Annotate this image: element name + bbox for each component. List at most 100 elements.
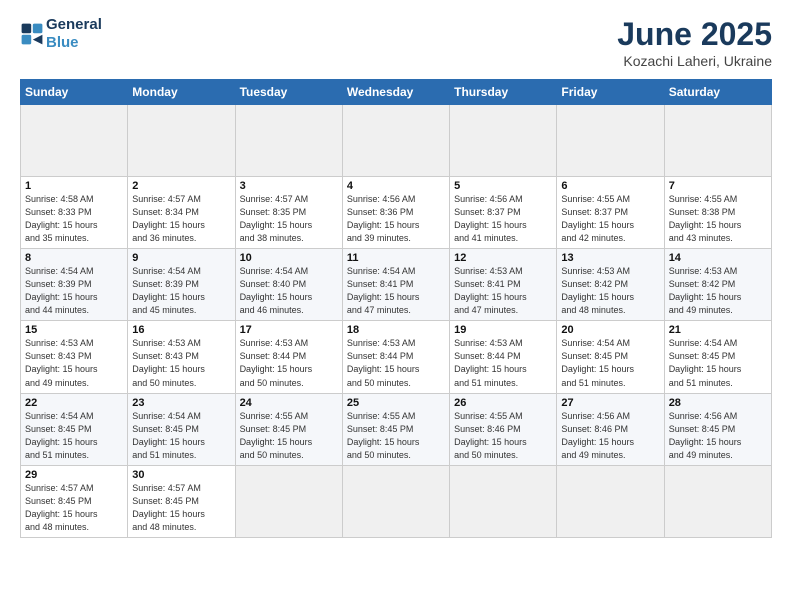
- day-cell: [342, 465, 449, 537]
- col-header-monday: Monday: [128, 80, 235, 105]
- day-cell: 20Sunrise: 4:54 AM Sunset: 8:45 PM Dayli…: [557, 321, 664, 393]
- day-info: Sunrise: 4:54 AM Sunset: 8:41 PM Dayligh…: [347, 265, 445, 317]
- day-info: Sunrise: 4:53 AM Sunset: 8:43 PM Dayligh…: [132, 337, 230, 389]
- day-cell: [557, 105, 664, 177]
- day-cell: 4Sunrise: 4:56 AM Sunset: 8:36 PM Daylig…: [342, 177, 449, 249]
- day-number: 17: [240, 324, 338, 336]
- day-cell: 15Sunrise: 4:53 AM Sunset: 8:43 PM Dayli…: [21, 321, 128, 393]
- col-header-thursday: Thursday: [450, 80, 557, 105]
- day-cell: [235, 465, 342, 537]
- day-cell: 28Sunrise: 4:56 AM Sunset: 8:45 PM Dayli…: [664, 393, 771, 465]
- day-cell: 23Sunrise: 4:54 AM Sunset: 8:45 PM Dayli…: [128, 393, 235, 465]
- day-cell: [664, 105, 771, 177]
- day-cell: 7Sunrise: 4:55 AM Sunset: 8:38 PM Daylig…: [664, 177, 771, 249]
- day-number: 22: [25, 397, 123, 409]
- logo-text: General Blue: [46, 16, 102, 52]
- week-row-1: 1Sunrise: 4:58 AM Sunset: 8:33 PM Daylig…: [21, 177, 772, 249]
- day-info: Sunrise: 4:57 AM Sunset: 8:45 PM Dayligh…: [132, 482, 230, 534]
- day-info: Sunrise: 4:54 AM Sunset: 8:40 PM Dayligh…: [240, 265, 338, 317]
- day-cell: [557, 465, 664, 537]
- day-info: Sunrise: 4:58 AM Sunset: 8:33 PM Dayligh…: [25, 193, 123, 245]
- day-info: Sunrise: 4:56 AM Sunset: 8:36 PM Dayligh…: [347, 193, 445, 245]
- day-info: Sunrise: 4:53 AM Sunset: 8:42 PM Dayligh…: [561, 265, 659, 317]
- day-cell: 29Sunrise: 4:57 AM Sunset: 8:45 PM Dayli…: [21, 465, 128, 537]
- day-info: Sunrise: 4:53 AM Sunset: 8:44 PM Dayligh…: [347, 337, 445, 389]
- logo-icon: [20, 22, 44, 46]
- day-cell: [342, 105, 449, 177]
- day-info: Sunrise: 4:55 AM Sunset: 8:45 PM Dayligh…: [240, 410, 338, 462]
- logo-line1: General: [46, 16, 102, 34]
- day-info: Sunrise: 4:53 AM Sunset: 8:44 PM Dayligh…: [454, 337, 552, 389]
- day-cell: 12Sunrise: 4:53 AM Sunset: 8:41 PM Dayli…: [450, 249, 557, 321]
- day-number: 12: [454, 252, 552, 264]
- day-info: Sunrise: 4:55 AM Sunset: 8:37 PM Dayligh…: [561, 193, 659, 245]
- day-cell: 11Sunrise: 4:54 AM Sunset: 8:41 PM Dayli…: [342, 249, 449, 321]
- day-number: 23: [132, 397, 230, 409]
- day-info: Sunrise: 4:53 AM Sunset: 8:41 PM Dayligh…: [454, 265, 552, 317]
- day-info: Sunrise: 4:54 AM Sunset: 8:39 PM Dayligh…: [25, 265, 123, 317]
- day-info: Sunrise: 4:55 AM Sunset: 8:38 PM Dayligh…: [669, 193, 767, 245]
- logo-line2: Blue: [46, 34, 102, 52]
- day-number: 20: [561, 324, 659, 336]
- day-cell: 3Sunrise: 4:57 AM Sunset: 8:35 PM Daylig…: [235, 177, 342, 249]
- day-info: Sunrise: 4:57 AM Sunset: 8:34 PM Dayligh…: [132, 193, 230, 245]
- day-info: Sunrise: 4:53 AM Sunset: 8:44 PM Dayligh…: [240, 337, 338, 389]
- day-number: 4: [347, 180, 445, 192]
- day-info: Sunrise: 4:53 AM Sunset: 8:43 PM Dayligh…: [25, 337, 123, 389]
- day-number: 14: [669, 252, 767, 264]
- day-cell: 25Sunrise: 4:55 AM Sunset: 8:45 PM Dayli…: [342, 393, 449, 465]
- col-header-friday: Friday: [557, 80, 664, 105]
- day-cell: [450, 465, 557, 537]
- title-area: June 2025 Kozachi Laheri, Ukraine: [617, 16, 772, 69]
- day-number: 6: [561, 180, 659, 192]
- day-cell: [21, 105, 128, 177]
- col-header-wednesday: Wednesday: [342, 80, 449, 105]
- day-info: Sunrise: 4:54 AM Sunset: 8:45 PM Dayligh…: [25, 410, 123, 462]
- day-cell: 16Sunrise: 4:53 AM Sunset: 8:43 PM Dayli…: [128, 321, 235, 393]
- page: General Blue June 2025 Kozachi Laheri, U…: [0, 0, 792, 612]
- col-header-tuesday: Tuesday: [235, 80, 342, 105]
- day-cell: [664, 465, 771, 537]
- day-number: 10: [240, 252, 338, 264]
- day-number: 27: [561, 397, 659, 409]
- day-cell: 10Sunrise: 4:54 AM Sunset: 8:40 PM Dayli…: [235, 249, 342, 321]
- day-cell: 17Sunrise: 4:53 AM Sunset: 8:44 PM Dayli…: [235, 321, 342, 393]
- day-number: 7: [669, 180, 767, 192]
- week-row-4: 22Sunrise: 4:54 AM Sunset: 8:45 PM Dayli…: [21, 393, 772, 465]
- col-header-saturday: Saturday: [664, 80, 771, 105]
- day-number: 5: [454, 180, 552, 192]
- day-number: 30: [132, 469, 230, 481]
- day-info: Sunrise: 4:56 AM Sunset: 8:45 PM Dayligh…: [669, 410, 767, 462]
- day-number: 19: [454, 324, 552, 336]
- calendar-title: June 2025: [617, 16, 772, 53]
- day-cell: 26Sunrise: 4:55 AM Sunset: 8:46 PM Dayli…: [450, 393, 557, 465]
- day-number: 16: [132, 324, 230, 336]
- day-cell: 19Sunrise: 4:53 AM Sunset: 8:44 PM Dayli…: [450, 321, 557, 393]
- day-number: 21: [669, 324, 767, 336]
- day-number: 13: [561, 252, 659, 264]
- day-info: Sunrise: 4:56 AM Sunset: 8:37 PM Dayligh…: [454, 193, 552, 245]
- day-number: 15: [25, 324, 123, 336]
- day-number: 24: [240, 397, 338, 409]
- header-row: SundayMondayTuesdayWednesdayThursdayFrid…: [21, 80, 772, 105]
- day-cell: [235, 105, 342, 177]
- day-cell: 27Sunrise: 4:56 AM Sunset: 8:46 PM Dayli…: [557, 393, 664, 465]
- week-row-5: 29Sunrise: 4:57 AM Sunset: 8:45 PM Dayli…: [21, 465, 772, 537]
- day-number: 28: [669, 397, 767, 409]
- day-info: Sunrise: 4:55 AM Sunset: 8:45 PM Dayligh…: [347, 410, 445, 462]
- day-info: Sunrise: 4:57 AM Sunset: 8:35 PM Dayligh…: [240, 193, 338, 245]
- calendar-table: SundayMondayTuesdayWednesdayThursdayFrid…: [20, 79, 772, 538]
- day-info: Sunrise: 4:55 AM Sunset: 8:46 PM Dayligh…: [454, 410, 552, 462]
- day-info: Sunrise: 4:54 AM Sunset: 8:45 PM Dayligh…: [132, 410, 230, 462]
- day-cell: 6Sunrise: 4:55 AM Sunset: 8:37 PM Daylig…: [557, 177, 664, 249]
- day-cell: 13Sunrise: 4:53 AM Sunset: 8:42 PM Dayli…: [557, 249, 664, 321]
- day-cell: 5Sunrise: 4:56 AM Sunset: 8:37 PM Daylig…: [450, 177, 557, 249]
- day-number: 9: [132, 252, 230, 264]
- day-number: 8: [25, 252, 123, 264]
- day-cell: 9Sunrise: 4:54 AM Sunset: 8:39 PM Daylig…: [128, 249, 235, 321]
- day-number: 3: [240, 180, 338, 192]
- day-number: 2: [132, 180, 230, 192]
- day-cell: 22Sunrise: 4:54 AM Sunset: 8:45 PM Dayli…: [21, 393, 128, 465]
- day-info: Sunrise: 4:57 AM Sunset: 8:45 PM Dayligh…: [25, 482, 123, 534]
- week-row-0: [21, 105, 772, 177]
